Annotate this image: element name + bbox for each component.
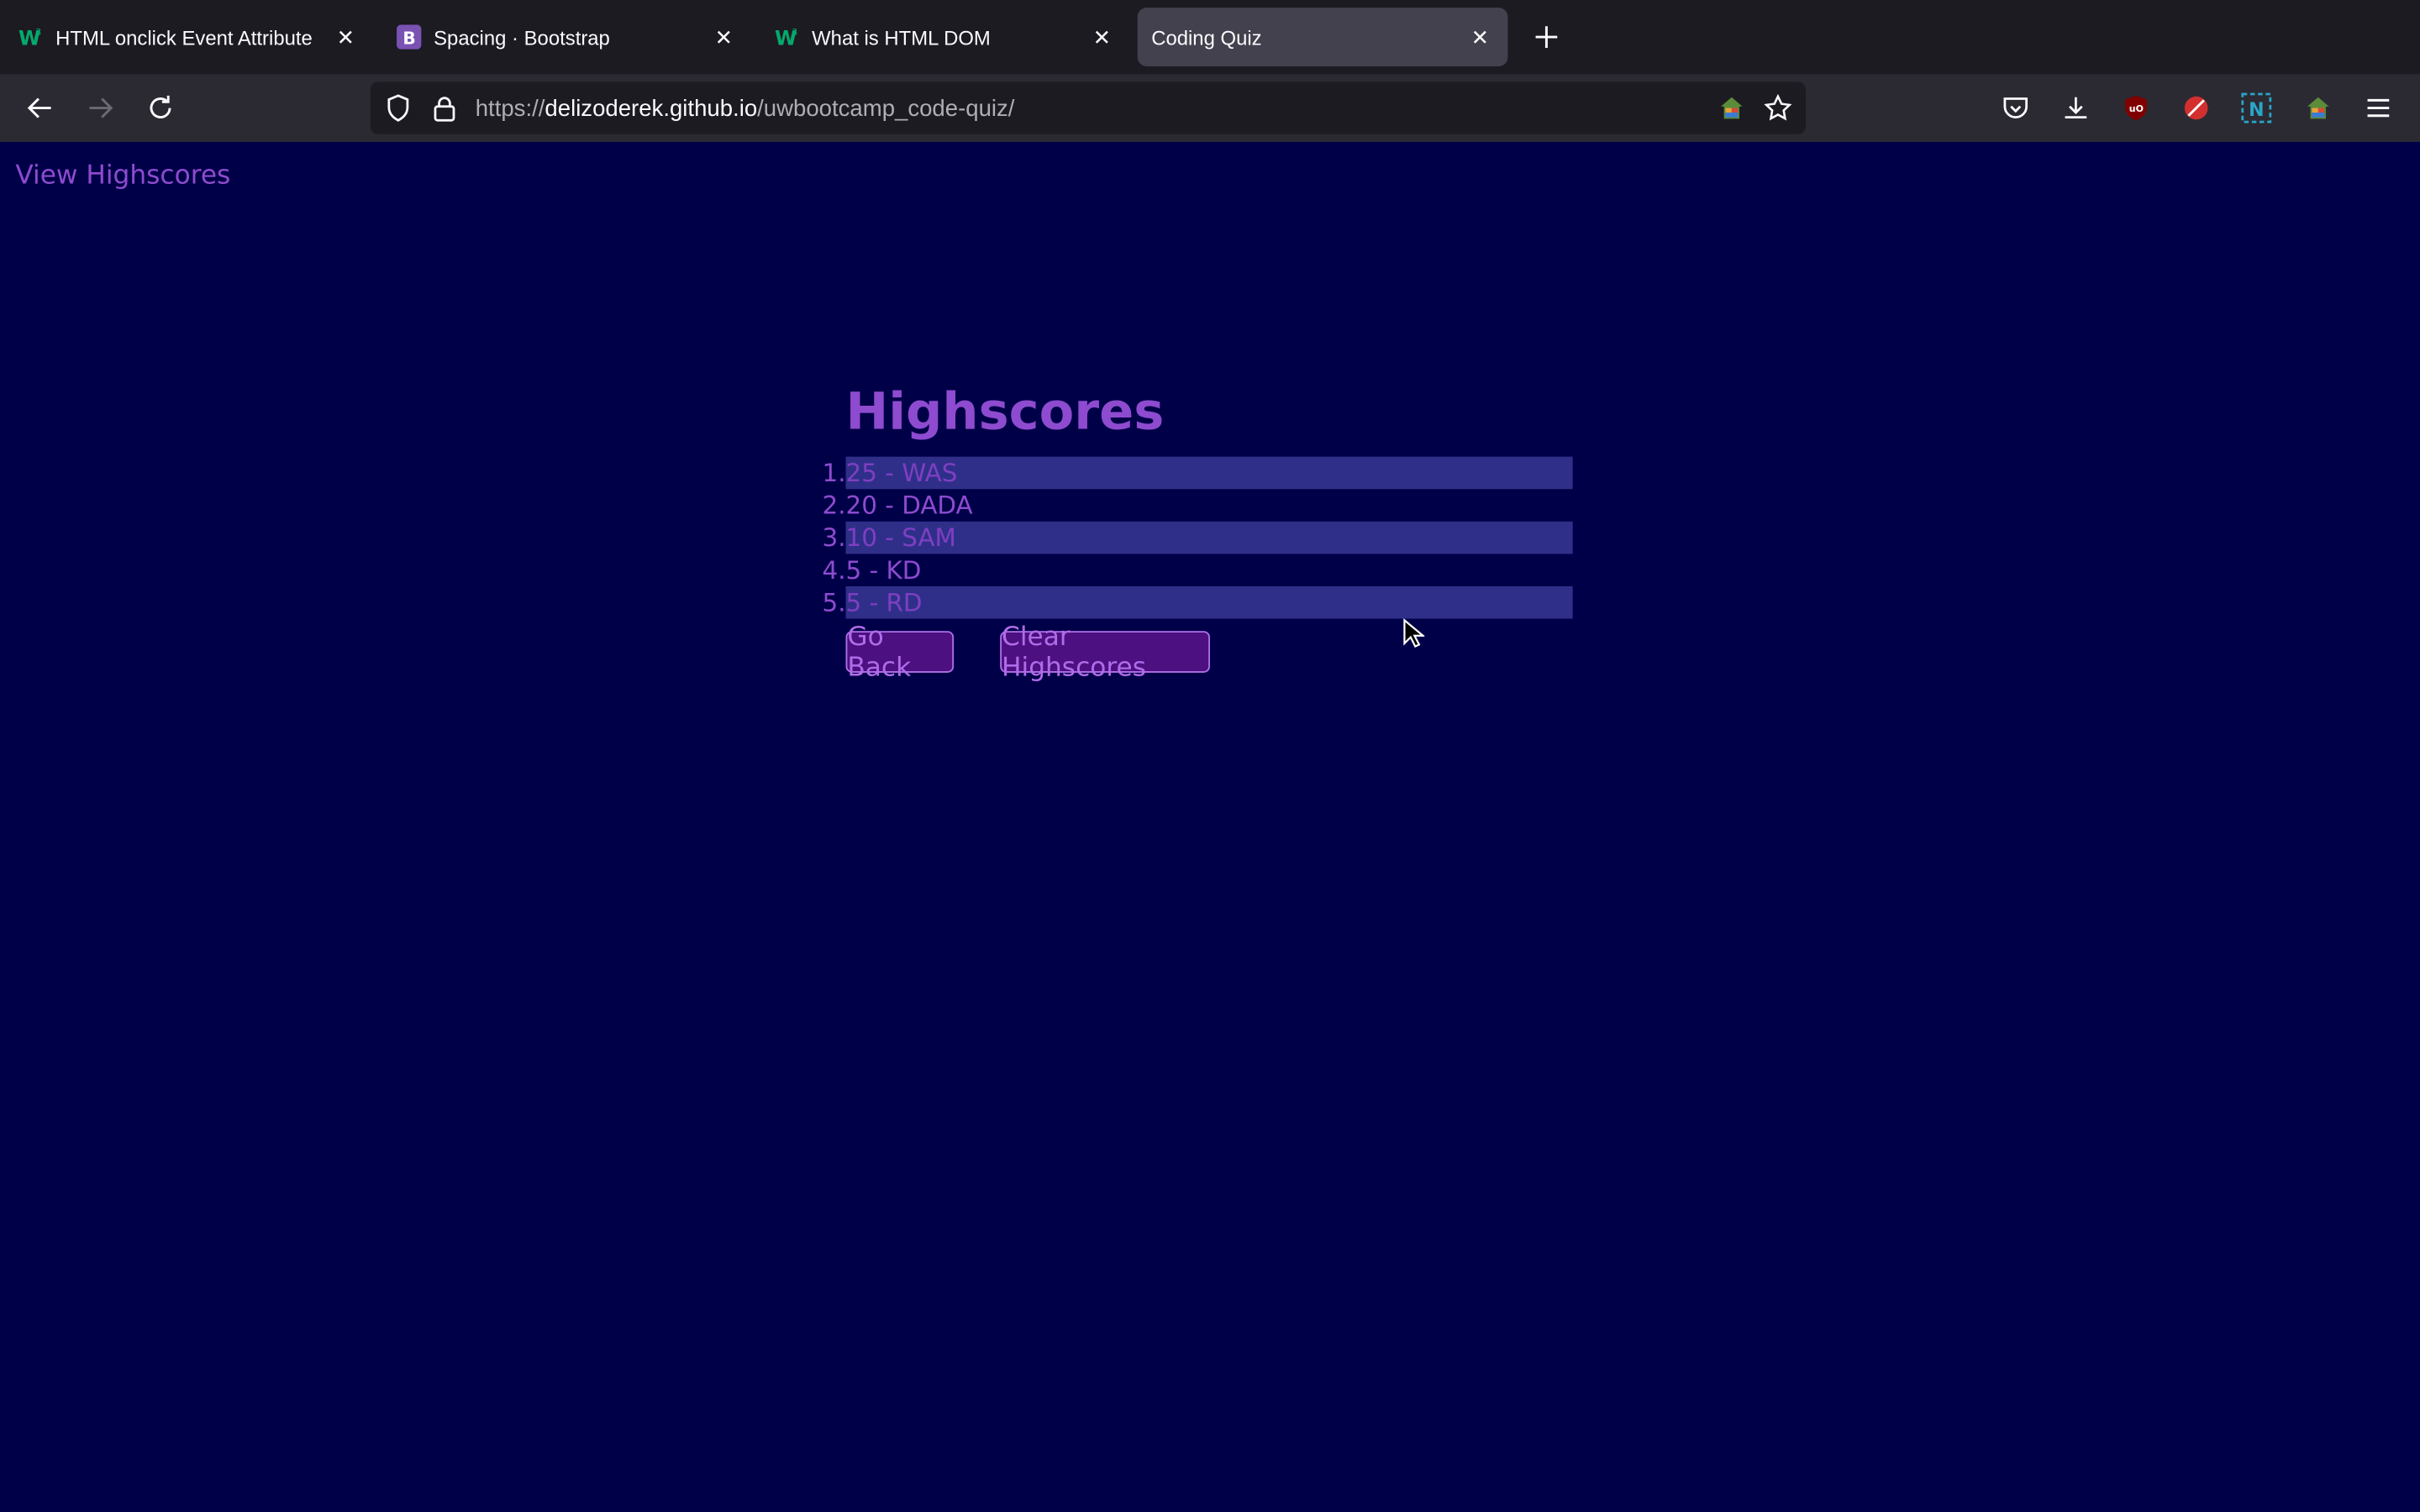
list-number: 3. — [822, 522, 846, 553]
list-number: 2. — [822, 491, 846, 520]
highscores-title: Highscores — [845, 381, 1165, 442]
close-icon[interactable]: ✕ — [705, 18, 742, 55]
mouse-cursor-icon — [1403, 618, 1425, 648]
tab-title: What is HTML DOM — [812, 25, 991, 49]
notion-extension-icon[interactable]: N — [2235, 87, 2278, 129]
w3schools-icon: W3 — [775, 24, 799, 49]
extension-home-icon[interactable] — [2296, 87, 2339, 129]
svg-text:B: B — [402, 28, 415, 48]
blocker-extension-icon[interactable] — [2175, 87, 2217, 129]
highscores-list: 1. 25 - WAS 2. 20 - DADA 3. 10 - SAM 4. … — [802, 456, 1574, 619]
svg-text:3: 3 — [792, 27, 797, 38]
extension-home-icon[interactable] — [1716, 92, 1747, 123]
tab-title: Coding Quiz — [1151, 25, 1262, 49]
tab-html-onclick[interactable]: W3 HTML onclick Event Attribute ✕ — [3, 8, 374, 66]
reload-button[interactable] — [139, 87, 182, 129]
pocket-icon[interactable] — [1994, 87, 2037, 129]
star-icon[interactable] — [1763, 92, 1794, 123]
url-host: delizoderek.github.io — [544, 95, 758, 123]
w3schools-icon: W3 — [18, 24, 43, 49]
score-entry: 10 - SAM — [845, 521, 1573, 554]
tab-bar: W3 HTML onclick Event Attribute ✕ B Spac… — [0, 0, 2420, 75]
list-item: 4. 5 - KD — [802, 554, 1574, 586]
back-button[interactable] — [18, 87, 61, 129]
tab-spacing-bootstrap[interactable]: B Spacing · Bootstrap ✕ — [381, 8, 752, 66]
close-icon[interactable]: ✕ — [1461, 18, 1498, 55]
url-text[interactable]: https://delizoderek.github.io/uwbootcamp… — [476, 96, 1015, 122]
clear-highscores-button[interactable]: Clear Highscores — [1000, 621, 1210, 683]
tab-html-dom[interactable]: W3 What is HTML DOM ✕ — [760, 8, 1130, 66]
arrow-right-icon — [89, 97, 113, 118]
score-entry: 20 - DADA — [845, 491, 973, 520]
arrow-left-icon — [27, 97, 51, 118]
list-item: 2. 20 - DADA — [802, 489, 1574, 522]
plus-icon — [1535, 26, 1558, 48]
shield-icon[interactable] — [383, 92, 414, 123]
new-tab-button[interactable] — [1525, 15, 1568, 58]
nav-bar: https://delizoderek.github.io/uwbootcamp… — [0, 74, 2420, 142]
view-highscores-link[interactable]: View Highscores — [15, 160, 230, 192]
menu-icon[interactable] — [2357, 87, 2400, 129]
close-icon[interactable]: ✕ — [1083, 18, 1120, 55]
svg-text:3: 3 — [35, 27, 41, 38]
list-number: 5. — [822, 587, 846, 617]
score-entry: 25 - WAS — [845, 456, 1573, 490]
list-item: 3. 10 - SAM — [802, 521, 1574, 554]
bootstrap-icon: B — [397, 24, 422, 50]
reload-icon — [150, 95, 171, 118]
list-item: 1. 25 - WAS — [802, 456, 1574, 490]
svg-text:N: N — [2249, 100, 2264, 121]
page-content: View Highscores Highscores 1. 25 - WAS 2… — [0, 141, 2420, 1512]
svg-text:uO: uO — [2129, 103, 2144, 114]
download-icon[interactable] — [2054, 87, 2097, 129]
list-number: 4. — [822, 555, 846, 585]
list-item: 5. 5 - RD — [802, 585, 1574, 619]
url-path: /uwbootcamp_code-quiz/ — [757, 95, 1015, 123]
ublock-icon[interactable]: uO — [2114, 87, 2157, 129]
close-icon[interactable]: ✕ — [327, 18, 364, 55]
tab-coding-quiz[interactable]: Coding Quiz ✕ — [1137, 8, 1508, 66]
url-bar[interactable]: https://delizoderek.github.io/uwbootcamp… — [370, 81, 1806, 134]
go-back-button[interactable]: Go Back — [845, 621, 955, 683]
tab-title: HTML onclick Event Attribute — [55, 25, 313, 49]
list-number: 1. — [822, 458, 846, 488]
tab-title: Spacing · Bootstrap — [434, 25, 610, 49]
lock-icon[interactable] — [429, 92, 460, 123]
score-entry: 5 - RD — [845, 585, 1573, 619]
forward-button[interactable] — [79, 87, 122, 129]
url-scheme: https:// — [475, 95, 545, 123]
score-entry: 5 - KD — [845, 555, 922, 585]
